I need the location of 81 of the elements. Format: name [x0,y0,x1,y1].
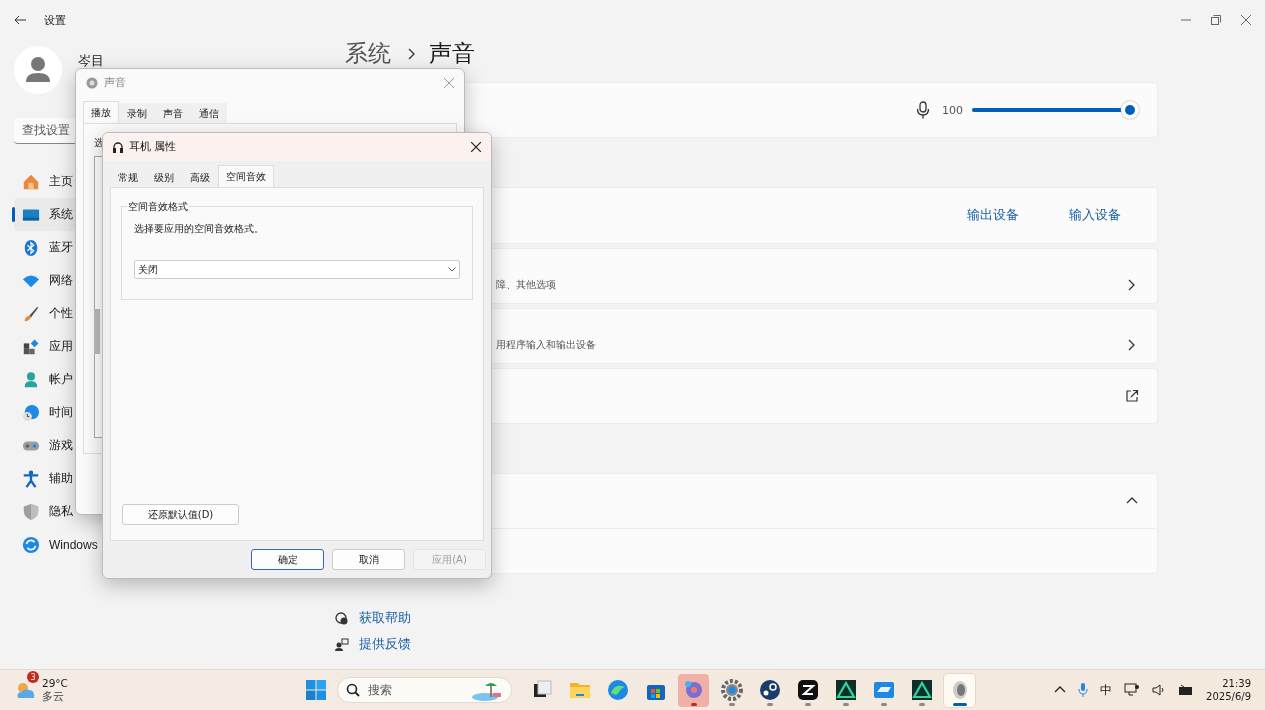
format-dropdown[interactable]: 关闭 [134,260,460,279]
restore-defaults-button[interactable]: 还原默认值(D) [122,504,239,525]
scrollbar-thumb [94,309,100,354]
card-subtitle: 障、其他选项 [496,278,556,292]
group-title: 空间音效格式 [127,200,189,214]
dialog-title: 耳机 属性 [129,140,177,154]
avatar-icon [14,46,62,94]
brush-icon [22,304,40,323]
steam-icon [758,679,781,701]
user-name: 岑目 [78,52,104,70]
close-icon [444,78,454,88]
window-title: 设置 [44,12,66,28]
tab[interactable]: 播放 [83,101,119,123]
start-icon [306,680,326,700]
accessibility-icon [22,469,40,488]
battery-plug-icon [1178,684,1195,696]
search-icon [346,683,360,697]
nav-item[interactable]: 游戏 [14,429,75,462]
restore-icon [1211,15,1221,25]
nav-item[interactable]: 个性 [14,297,75,330]
feedback-icon [335,637,349,652]
nav-item[interactable]: 蓝牙 [14,231,75,264]
dialog-button[interactable]: 确定 [251,549,324,570]
z-logo-icon [796,679,819,701]
device-link[interactable]: 输出设备 [967,207,1019,224]
app-window-icon [872,679,895,701]
sync-icon [22,535,40,554]
nav-item[interactable]: 系统 [14,198,75,231]
breadcrumb-link[interactable]: 系统 [345,40,391,67]
device-link[interactable]: 输入设备 [1069,207,1121,224]
back-arrow-icon [14,15,26,25]
temperature: 29°C [42,677,68,690]
triangle-logo-icon [910,679,933,701]
search-field[interactable]: 搜索 [337,677,512,703]
tab[interactable]: 空间音效 [218,165,274,187]
nav-item[interactable]: 时间 [14,396,75,429]
home-icon [22,172,40,191]
weather-condition: 多云 [42,690,65,703]
browser-icon [606,679,629,701]
chevron-down-icon [448,267,456,272]
external-link-icon [1125,389,1139,403]
microphone-icon [916,101,930,119]
taskbar-app[interactable] [944,673,975,707]
nav-item[interactable]: 辅助 [14,462,75,495]
microphone-icon [1078,682,1089,698]
slider-thumb[interactable] [1121,101,1139,119]
help-icon [335,611,349,626]
nav-item[interactable]: 隐私 [14,495,75,528]
close-icon [1241,15,1251,25]
cloud-sun-icon [15,680,37,700]
nav-item[interactable]: 应用 [14,330,75,363]
nav-item[interactable]: Windows [14,528,98,561]
speaker-volume-icon [1152,684,1167,696]
nav-item[interactable]: 网络 [14,264,75,297]
tab[interactable]: 录制 [119,103,155,123]
help-link[interactable]: 获取帮助 [359,610,411,627]
dialog-title: 声音 [104,76,126,90]
globe-clock-icon [22,403,40,422]
person-icon [22,370,40,389]
volume-value: 100 [942,103,963,117]
dialog-button: 应用(A) [413,549,486,570]
headphone-icon [113,140,123,154]
page-title: 声音 [429,40,475,67]
notification-badge: 3 [27,671,39,683]
nav-item[interactable]: 主页 [14,165,75,198]
tab[interactable]: 通信 [191,103,227,123]
tab[interactable]: 声音 [155,103,191,123]
triangle-logo-icon [834,679,857,701]
network-icon [1124,683,1141,697]
card-subtitle: 用程序输入和输出设备 [496,338,596,352]
apps-icon [22,337,40,356]
close-icon [471,142,481,152]
bluetooth-icon [22,238,40,257]
search-field[interactable]: 查找设置 [14,118,75,144]
feedback-link[interactable]: 提供反馈 [359,636,411,653]
clock-time: 21:39 [1222,678,1251,689]
input-method-indicator[interactable]: 中 [1100,681,1113,699]
dialog-button[interactable]: 取消 [332,549,405,570]
clock-date: 2025/6/9 [1206,691,1251,702]
nav-item[interactable]: 帐户 [14,363,75,396]
shield-icon [22,502,40,521]
